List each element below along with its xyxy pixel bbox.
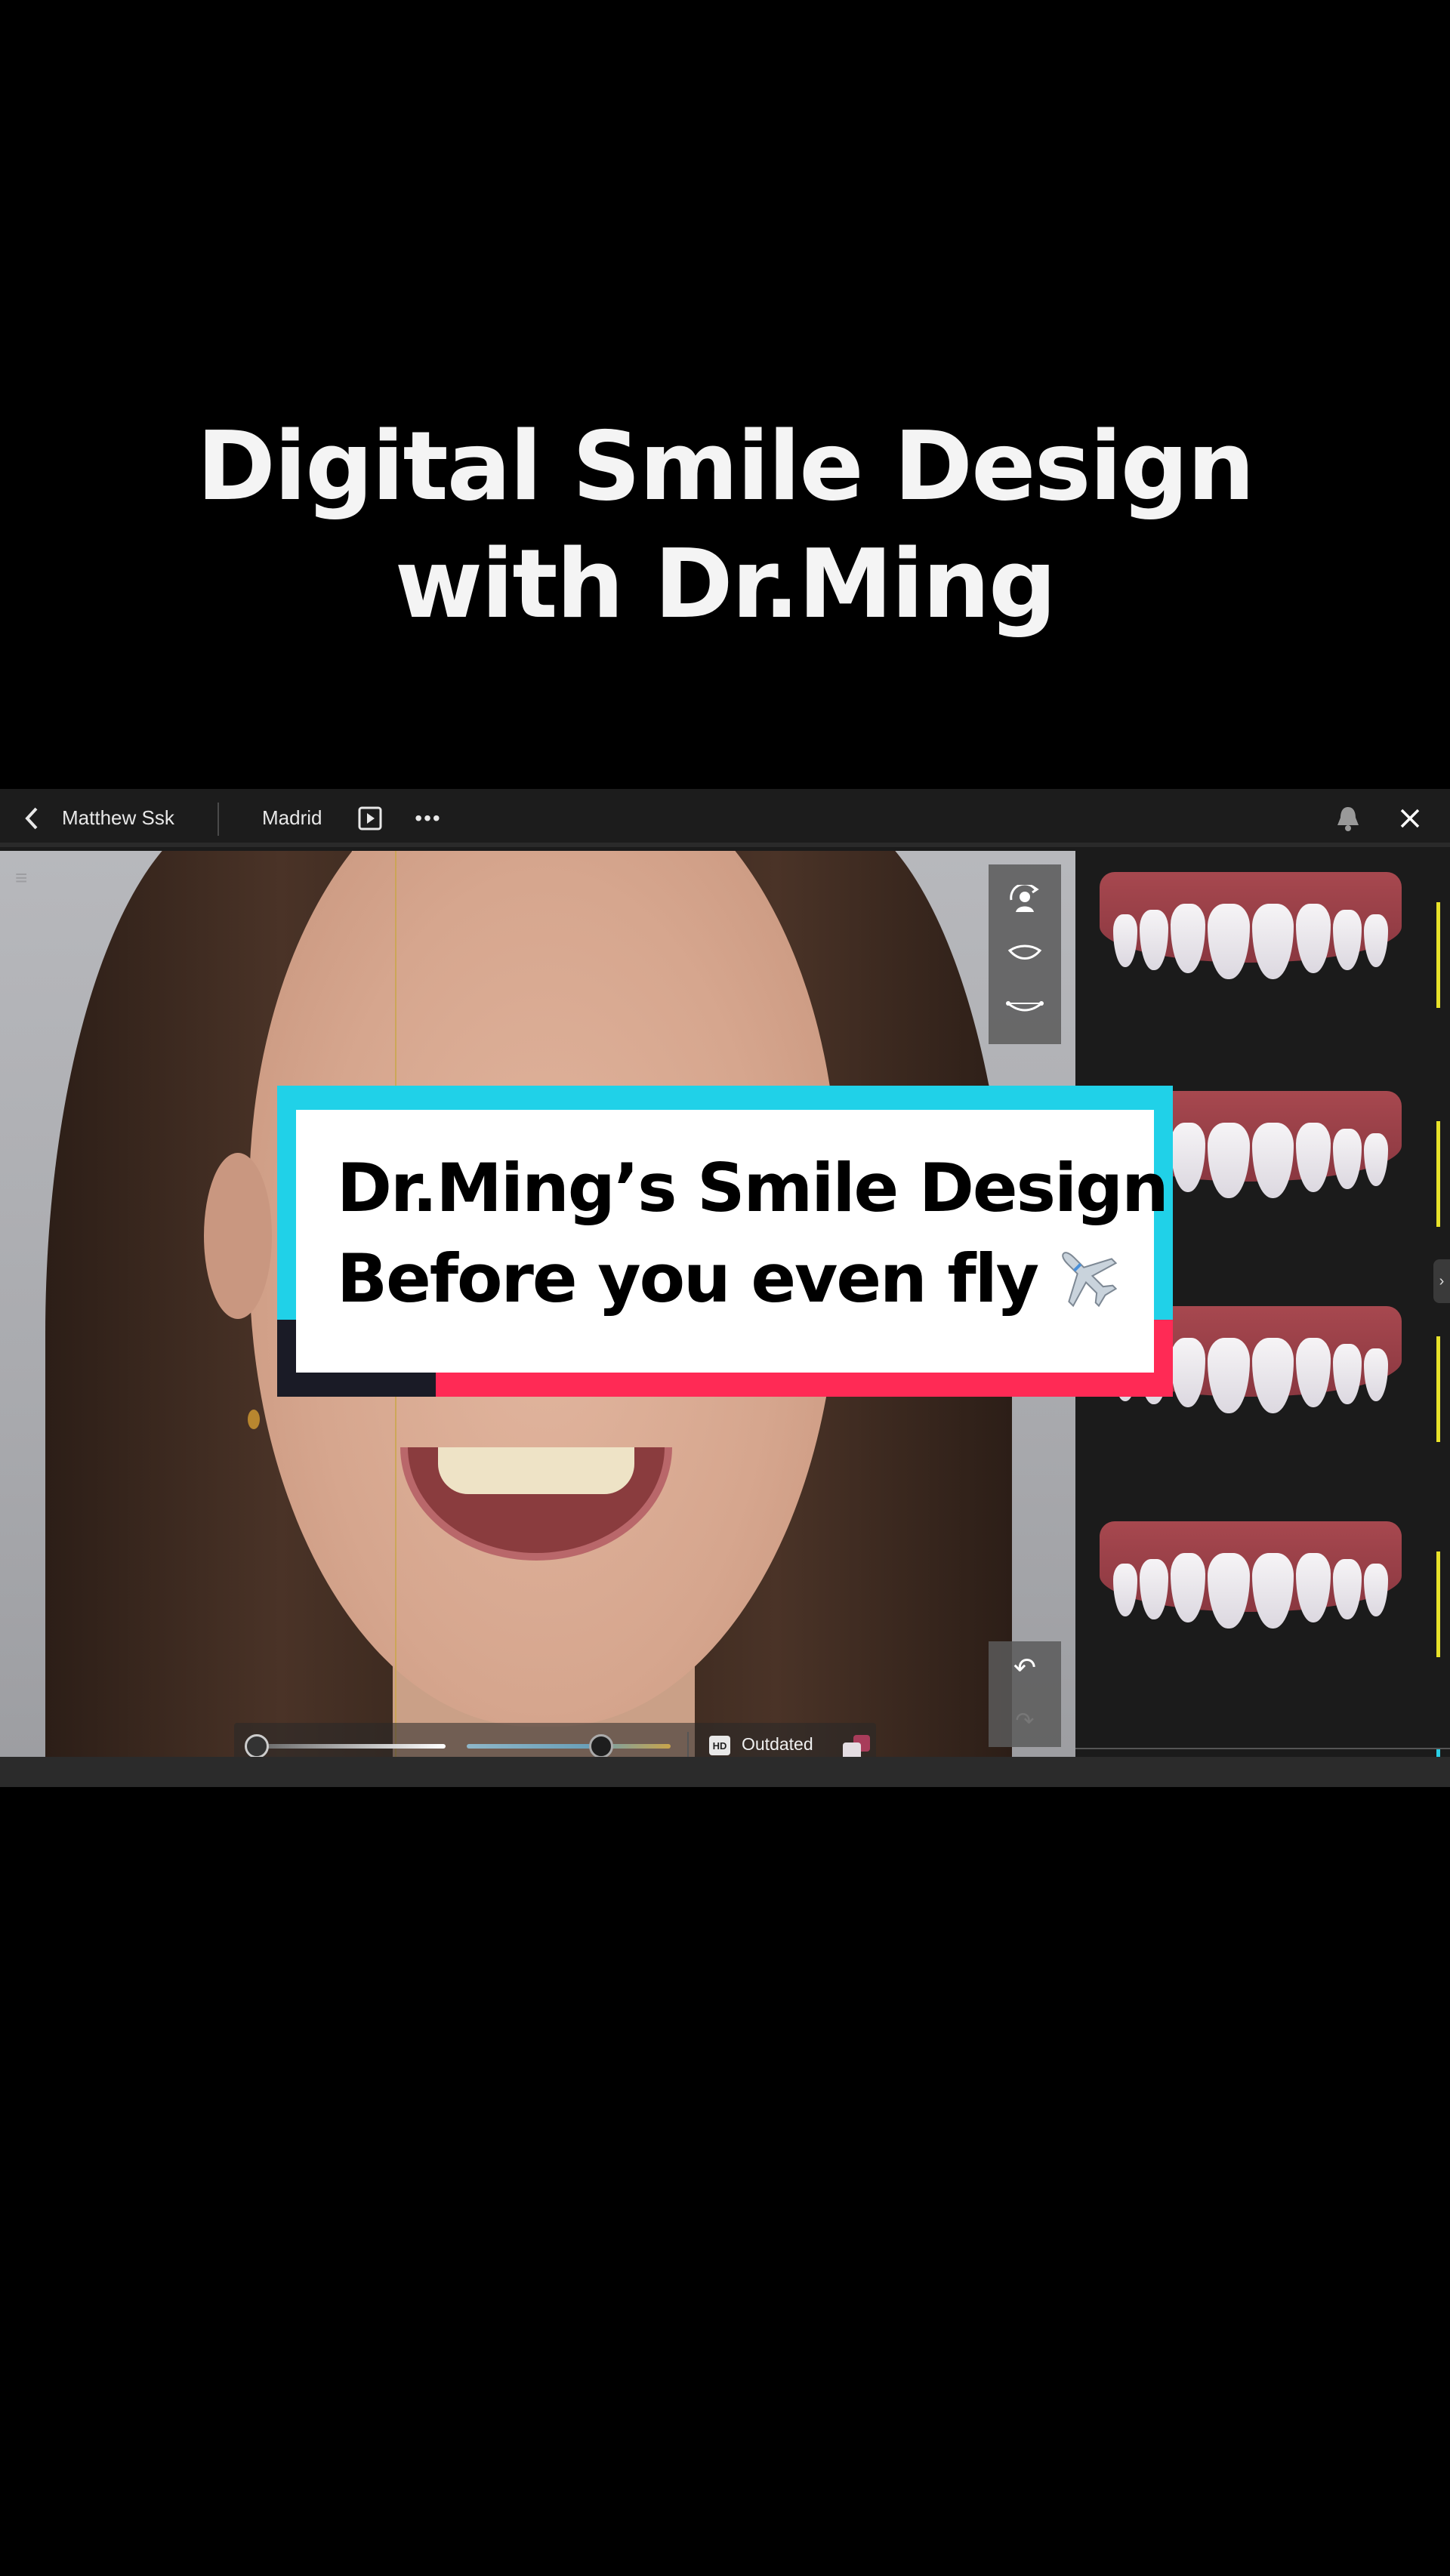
template-selected-indicator: [1436, 902, 1440, 1008]
smile-arc-tool-button[interactable]: [989, 981, 1061, 1034]
adjustment-bar: HD Outdated: [234, 1723, 876, 1757]
play-icon: [358, 806, 382, 830]
smile-arc-icon: [1006, 1001, 1044, 1012]
library-divider: [1075, 1748, 1450, 1749]
template-indicator-next: [1436, 1749, 1440, 1757]
lip-curve-tool-button[interactable]: [989, 928, 1061, 981]
opacity-slider-track[interactable]: [257, 1744, 446, 1749]
bell-icon: [1337, 806, 1359, 831]
photo-teeth: [438, 1447, 634, 1494]
airplane-icon: [1051, 1241, 1121, 1327]
shade-slider-knob[interactable]: [589, 1734, 613, 1757]
close-icon: [1400, 809, 1420, 827]
hd-badge-icon[interactable]: HD: [709, 1736, 730, 1755]
app-footer: [0, 1757, 1450, 1787]
headline-line-2: with Dr.Ming: [394, 528, 1057, 639]
shade-slider-track[interactable]: [467, 1744, 671, 1749]
lip-curve-icon: [1007, 944, 1042, 960]
face-rotate-tool-button[interactable]: [989, 875, 1061, 928]
location-label[interactable]: Madrid: [262, 789, 322, 847]
redo-icon: ↷: [1015, 1708, 1035, 1733]
undo-button[interactable]: ↶: [989, 1641, 1061, 1694]
bar-divider: [687, 1732, 689, 1757]
photo-ear: [204, 1153, 272, 1319]
chevron-right-icon: ›: [1439, 1272, 1445, 1290]
topbar-divider: [218, 803, 219, 836]
caption-box: Dr.Ming’s Smile Design Before you even f…: [296, 1110, 1169, 1373]
caption-line-2-text: Before you even fly: [337, 1240, 1039, 1317]
redo-button[interactable]: ↷: [989, 1694, 1061, 1747]
library-expand-button[interactable]: ›: [1433, 1259, 1450, 1303]
face-rotate-icon: [1010, 885, 1039, 912]
smile-template-4[interactable]: [1075, 1500, 1450, 1704]
photo-earring: [248, 1410, 260, 1429]
play-button[interactable]: [355, 789, 385, 847]
tool-panel: [989, 864, 1061, 1044]
more-options-button[interactable]: •••: [412, 789, 445, 847]
render-status: Outdated: [742, 1734, 813, 1754]
undo-icon: ↶: [1013, 1652, 1037, 1683]
chevron-left-icon: [25, 807, 38, 829]
template-indicator: [1436, 1336, 1440, 1442]
template-indicator: [1436, 1551, 1440, 1657]
history-panel: ↶ ↷: [989, 1641, 1061, 1747]
template-teeth: [1113, 1553, 1388, 1628]
patient-name[interactable]: Matthew Ssk: [62, 789, 174, 847]
caption-line-2: Before you even fly: [337, 1240, 1121, 1327]
back-button[interactable]: [17, 789, 47, 847]
tooth-color-swatch[interactable]: [843, 1742, 861, 1757]
template-teeth: [1113, 904, 1388, 979]
video-headline: Digital Smile Design with Dr.Ming: [0, 408, 1450, 643]
opacity-slider-knob[interactable]: [245, 1734, 269, 1757]
close-button[interactable]: [1393, 789, 1427, 847]
hamburger-menu-icon[interactable]: ≡: [15, 866, 27, 890]
headline-line-1: Digital Smile Design: [196, 411, 1254, 522]
top-bar: Matthew Ssk Madrid •••: [0, 789, 1450, 847]
smile-template-1[interactable]: [1075, 851, 1450, 1055]
notification-button[interactable]: [1314, 789, 1382, 847]
template-indicator: [1436, 1121, 1440, 1227]
caption-line-1: Dr.Ming’s Smile Design: [337, 1149, 1169, 1227]
